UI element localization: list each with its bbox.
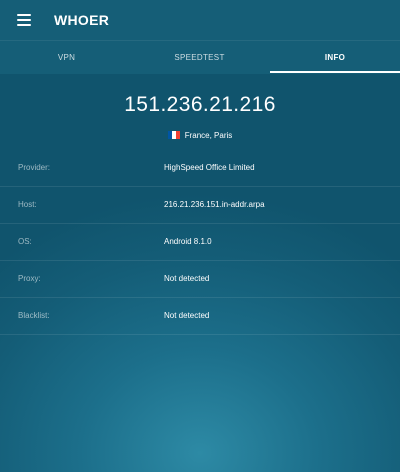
tab-info[interactable]: INFO xyxy=(270,41,400,74)
blacklist-label: Blacklist: xyxy=(18,311,50,320)
provider-label: Provider: xyxy=(18,163,51,172)
active-tab-indicator xyxy=(270,71,400,73)
location: France, Paris xyxy=(0,130,400,142)
info-row-host: Host: 216.21.236.151.in-addr.arpa xyxy=(0,187,400,224)
location-text: France, Paris xyxy=(184,131,233,140)
os-label: OS: xyxy=(18,237,32,246)
host-value: 216.21.236.151.in-addr.arpa xyxy=(164,200,265,209)
app-title: WHOER xyxy=(54,12,110,28)
tab-speedtest[interactable]: SPEEDTEST xyxy=(133,41,266,74)
info-row-blacklist: Blacklist: Not detected xyxy=(0,298,400,335)
provider-value: HighSpeed Office Limited xyxy=(164,163,255,172)
info-row-provider: Provider: HighSpeed Office Limited xyxy=(0,150,400,187)
app-bar: WHOER xyxy=(0,0,400,40)
proxy-value: Not detected xyxy=(164,274,210,283)
host-label: Host: xyxy=(18,200,37,209)
info-row-proxy: Proxy: Not detected xyxy=(0,261,400,298)
tab-bar: VPN SPEEDTEST INFO xyxy=(0,40,400,74)
france-flag-icon xyxy=(167,131,180,139)
os-value: Android 8.1.0 xyxy=(164,237,212,246)
info-row-os: OS: Android 8.1.0 xyxy=(0,224,400,261)
menu-icon[interactable] xyxy=(17,14,31,26)
tab-vpn[interactable]: VPN xyxy=(0,41,133,74)
proxy-label: Proxy: xyxy=(18,274,41,283)
blacklist-value: Not detected xyxy=(164,311,210,320)
info-list: Provider: HighSpeed Office Limited Host:… xyxy=(0,150,400,335)
ip-address: 151.236.21.216 xyxy=(124,93,276,116)
